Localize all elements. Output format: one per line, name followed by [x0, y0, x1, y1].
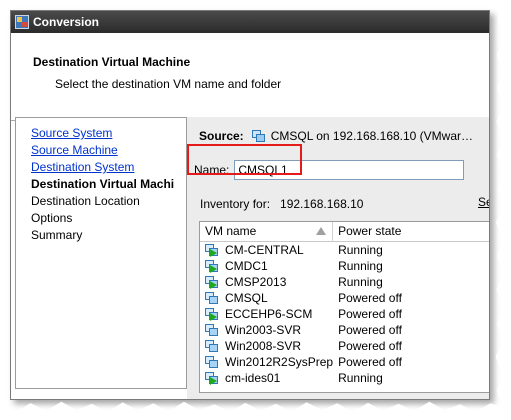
- vm-powered-on-icon: [204, 307, 220, 321]
- vm-name: Win2003-SVR: [225, 323, 302, 337]
- wizard-steps-list: Source System Source Machine Destination S…: [16, 118, 186, 244]
- conversion-window: Conversion Destination Virtual Machine S…: [10, 10, 490, 400]
- inventory-host: 192.168.168.10: [280, 197, 364, 211]
- search-link[interactable]: Sea: [478, 195, 489, 209]
- vm-icon: [204, 323, 220, 337]
- vm-name-cell: CMDC1: [200, 258, 333, 274]
- vm-powered-on-icon: [204, 371, 220, 385]
- vm-list: VM name Power state CM-CENTRAL Running CMD…: [199, 221, 489, 393]
- vm-list-row[interactable]: CMDC1 Running: [200, 258, 489, 274]
- wizard-header: Destination Virtual Machine Select the d…: [11, 33, 489, 121]
- vm-list-row[interactable]: Win2008-SVR Powered off: [200, 338, 489, 354]
- vm-power-state: Powered off: [338, 323, 402, 337]
- vm-icon: [204, 339, 220, 353]
- wizard-steps-panel: Source System Source Machine Destination S…: [15, 117, 187, 389]
- wizard-step-source-machine[interactable]: Source Machine: [31, 142, 186, 159]
- vm-list-row[interactable]: cm-ides01 Running: [200, 370, 489, 386]
- vm-power-state: Running: [338, 259, 383, 273]
- vm-name-cell: CMSQL: [200, 290, 333, 306]
- wizard-step-destination-location: Destination Location: [31, 194, 140, 208]
- vm-list-body: CM-CENTRAL Running CMDC1 Running CMSP2013 Run…: [200, 242, 489, 386]
- vm-name-cell: ECCEHP6-SCM: [200, 306, 333, 322]
- vm-list-row[interactable]: Win2003-SVR Powered off: [200, 322, 489, 338]
- wizard-step-source-system[interactable]: Source System: [31, 125, 186, 142]
- sort-ascending-icon: [316, 227, 327, 235]
- app-icon: [15, 15, 29, 29]
- vm-name: Win2008-SVR: [225, 339, 302, 353]
- vm-list-header: VM name Power state: [200, 222, 489, 242]
- vm-icon: [204, 291, 220, 305]
- window-title: Conversion: [33, 15, 100, 29]
- vm-name-cell: Win2008-SVR: [200, 338, 333, 354]
- source-row: Source: CMSQL on 192.168.168.10 (VMwar…: [199, 127, 473, 145]
- vm-power-state: Powered off: [338, 339, 402, 353]
- wizard-step-destination-system[interactable]: Destination System: [31, 159, 186, 176]
- column-header-vm-name[interactable]: VM name: [200, 222, 334, 242]
- page-subtitle: Select the destination VM name and folde…: [55, 77, 282, 91]
- vm-power-state: Running: [338, 275, 383, 289]
- vm-powered-on-icon: [204, 259, 220, 273]
- vm-list-row[interactable]: Win2012R2SysPrep Powered off: [200, 354, 489, 370]
- vm-list-row[interactable]: CMSQL Powered off: [200, 290, 489, 306]
- vm-icon: [204, 355, 220, 369]
- vm-name-cell: Win2012R2SysPrep: [200, 354, 333, 370]
- wizard-step-summary: Summary: [31, 228, 83, 242]
- vm-name-cell: Win2003-SVR: [200, 322, 333, 338]
- vm-name-cell: CM-CENTRAL: [200, 242, 333, 258]
- content-panel: Source: CMSQL on 192.168.168.10 (VMwar… …: [187, 117, 489, 399]
- vm-icon: [250, 129, 266, 143]
- vm-power-state: Powered off: [338, 355, 402, 369]
- vm-name: CMSQL: [225, 291, 268, 305]
- page-title: Destination Virtual Machine: [33, 55, 191, 69]
- vm-power-state: Powered off: [338, 307, 402, 321]
- column-header-label: VM name: [205, 224, 257, 238]
- vm-list-row[interactable]: ECCEHP6-SCM Powered off: [200, 306, 489, 322]
- vm-name: ECCEHP6-SCM: [225, 307, 313, 321]
- vm-name-cell: cm-ides01: [200, 370, 333, 386]
- source-value: CMSQL on 192.168.168.10 (VMwar…: [270, 129, 474, 143]
- name-label: Name:: [194, 163, 230, 177]
- inventory-row: Inventory for: 192.168.168.10 Sea: [200, 195, 489, 213]
- torn-edge-right: [495, 0, 511, 420]
- vm-list-row[interactable]: CMSP2013 Running: [200, 274, 489, 290]
- vm-name: CMSP2013: [225, 275, 287, 289]
- vm-power-state: Running: [338, 371, 383, 385]
- vm-power-state: Running: [338, 243, 383, 257]
- title-bar: Conversion: [11, 11, 489, 33]
- wizard-step-options: Options: [31, 211, 73, 225]
- vm-name-input[interactable]: [234, 160, 465, 180]
- vm-name: Win2012R2SysPrep: [225, 355, 334, 369]
- wizard-step-destination-virtual-machi: Destination Virtual Machi: [31, 177, 175, 191]
- inventory-label: Inventory for:: [200, 197, 271, 211]
- vm-list-row[interactable]: CM-CENTRAL Running: [200, 242, 489, 258]
- name-row: Name:: [194, 159, 465, 181]
- vm-power-state: Powered off: [338, 291, 402, 305]
- column-header-power-state[interactable]: Power state: [333, 222, 489, 242]
- column-header-label: Power state: [338, 224, 402, 238]
- vm-powered-on-icon: [204, 243, 220, 257]
- vm-powered-on-icon: [204, 275, 220, 289]
- vm-name: cm-ides01: [225, 371, 281, 385]
- vm-name: CMDC1: [225, 259, 268, 273]
- vm-name: CM-CENTRAL: [225, 243, 304, 257]
- vm-name-cell: CMSP2013: [200, 274, 333, 290]
- source-label: Source:: [199, 129, 244, 143]
